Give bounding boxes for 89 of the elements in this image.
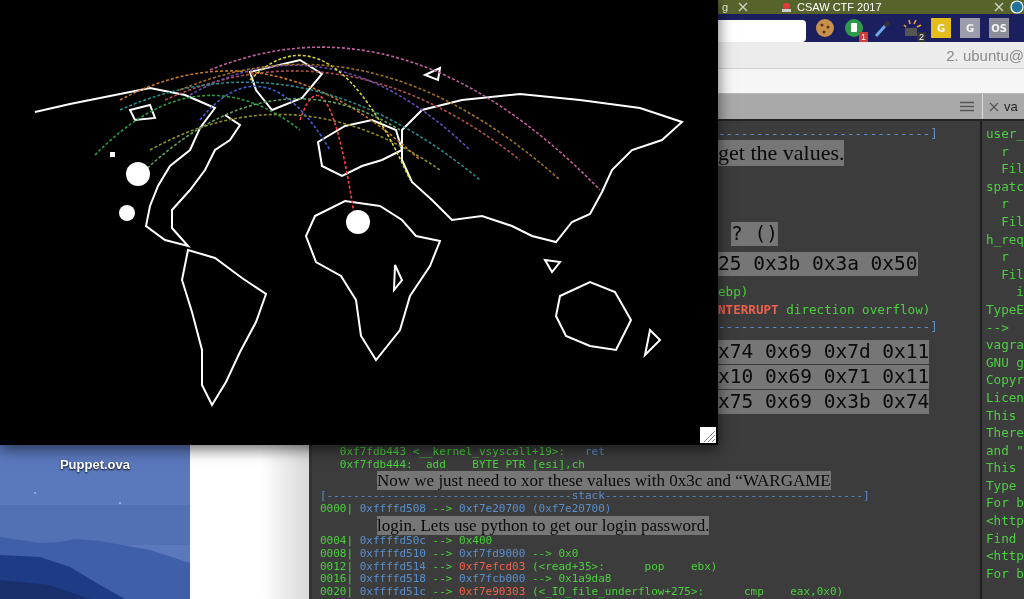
pane-tab[interactable]: va [982, 94, 1024, 119]
terminal-text: NTERRUPT [718, 301, 779, 317]
terminal-text: --> [431, 559, 454, 573]
terminal-text: <http [986, 548, 1024, 564]
terminal-text: 0012| [320, 559, 355, 573]
terminal-text: 0008| [320, 546, 355, 560]
terminal-text: --> [431, 585, 454, 599]
terminal-text: 0004| [320, 534, 355, 547]
article-text: get the values. [718, 140, 845, 166]
terminal-text: --> [431, 572, 454, 586]
terminal-text: r [1000, 143, 1009, 159]
terminal-text: r [1000, 196, 1009, 212]
terminal-text: ----------------------------] [718, 126, 938, 141]
terminal-text: For b [986, 495, 1024, 511]
terminal-text: user_ [986, 126, 1024, 141]
resize-grip-icon[interactable] [700, 427, 716, 443]
terminal-text: --> [986, 319, 1009, 335]
terminal-text: and " [986, 442, 1024, 458]
menu-icon[interactable] [960, 101, 974, 112]
window-title: 2. ubuntu@ [946, 46, 1024, 64]
article-text: Now we just need to xor these values with 0x3c and “WARGAME [377, 471, 831, 491]
extension-button[interactable]: OS [989, 18, 1009, 38]
file-label[interactable]: Puppet.ova [59, 457, 131, 472]
terminal-text: --> 0x1a9da8 [530, 572, 612, 586]
terminal-text: 0xffffd518 [359, 572, 426, 586]
terminal-text: 0xf7e90303 [459, 585, 526, 599]
terminal-text: Fil [1000, 161, 1024, 177]
terminal-text: --> [431, 502, 454, 516]
terminal-text: 0xf7fd9000 [459, 546, 526, 560]
code-text: x74 0x69 0x7d 0x11 [718, 340, 930, 364]
terminal-text: r [1000, 249, 1009, 265]
rays-icon[interactable] [902, 18, 922, 38]
terminal-text: 0016| [320, 572, 355, 586]
siren-icon [782, 2, 791, 12]
terminal-text: 0000| [320, 502, 355, 516]
terminal-text: 0xffffd51c [359, 585, 426, 599]
code-text: x75 0x69 0x3b 0x74 [718, 390, 930, 414]
terminal-text: 0xffffd510 [359, 546, 426, 560]
terminal-text: 0xf7fdb444: add BYTE PTR [esi],ch [338, 457, 585, 471]
terminal-text: GNU g [986, 354, 1024, 370]
terminal-text: ebp) [718, 284, 749, 300]
terminal-text: 0xf7fdb443 <__kernel_vsyscall+19>: [338, 444, 567, 458]
terminal-text: (<read+35>: pop ebx) [530, 559, 718, 573]
terminal-text: 0xf7efcd03 [459, 559, 526, 573]
terminal-text: Licen [986, 389, 1024, 405]
terminal-text: TypeE [986, 301, 1024, 317]
eyedropper-icon[interactable] [873, 18, 893, 38]
terminal-text: Find [986, 530, 1017, 546]
terminal-text: Fil [1000, 266, 1024, 282]
terminal-text: (<_IO_file_underflow+275>: cmp eax,0x0) [530, 585, 844, 599]
circle-logo-icon[interactable] [1010, 0, 1024, 14]
article-text: login. Lets use python to get our login password. [377, 516, 710, 535]
extension-button[interactable]: G [960, 18, 980, 38]
count-badge: 2 [917, 32, 926, 42]
terminal-text: h_req [986, 231, 1024, 247]
terminal-text: There [986, 425, 1024, 441]
terminal-text: ret [584, 444, 605, 458]
terminal-text: 0xf7fcb000 [459, 572, 526, 586]
terminal-text: <http [986, 513, 1024, 529]
terminal-text: --> 0x0 [530, 546, 579, 560]
terminal-text: 0xf7e20700 (0xf7e20700) [459, 502, 612, 516]
code-text: 25 0x3b 0x3a 0x50 [718, 252, 918, 276]
round-icon[interactable] [844, 18, 864, 38]
terminal-text: vagra [986, 337, 1024, 353]
code-text: ? () [731, 222, 778, 246]
terminal-text: Type [986, 477, 1017, 493]
terminal-text: For b [986, 565, 1024, 581]
tab-title[interactable]: CSAW CTF 2017 [797, 1, 988, 13]
terminal-text: spatc [986, 178, 1024, 194]
terminal-text: i [1015, 284, 1024, 300]
code-text: x10 0x69 0x71 0x11 [718, 365, 930, 389]
terminal-text: 0xffffd50c [359, 534, 426, 547]
terminal-text: direction overflow) [785, 301, 931, 317]
terminal-text: [-------------------------------------stack---------------------------------------] [320, 489, 870, 503]
address-field[interactable] [716, 20, 806, 42]
terminal-text: 0xffffd508 [359, 502, 426, 516]
terminal-text: --> [431, 546, 454, 560]
terminal-text: --> 0x400 [431, 534, 493, 547]
terminal-text: Copyr [986, 372, 1024, 388]
terminal-text: This [986, 460, 1017, 476]
terminal-text: 0020| [320, 585, 355, 599]
terminal-text: 0xffffd514 [359, 559, 426, 573]
close-icon[interactable] [989, 101, 999, 112]
terminal-text: Fil [1000, 213, 1024, 229]
terminal-text: ----------------------------] [718, 319, 938, 335]
terminal-text: This [986, 407, 1017, 423]
count-badge: 1 [859, 32, 868, 42]
tab-title[interactable]: g [722, 1, 729, 13]
cookie-icon[interactable] [815, 18, 835, 38]
